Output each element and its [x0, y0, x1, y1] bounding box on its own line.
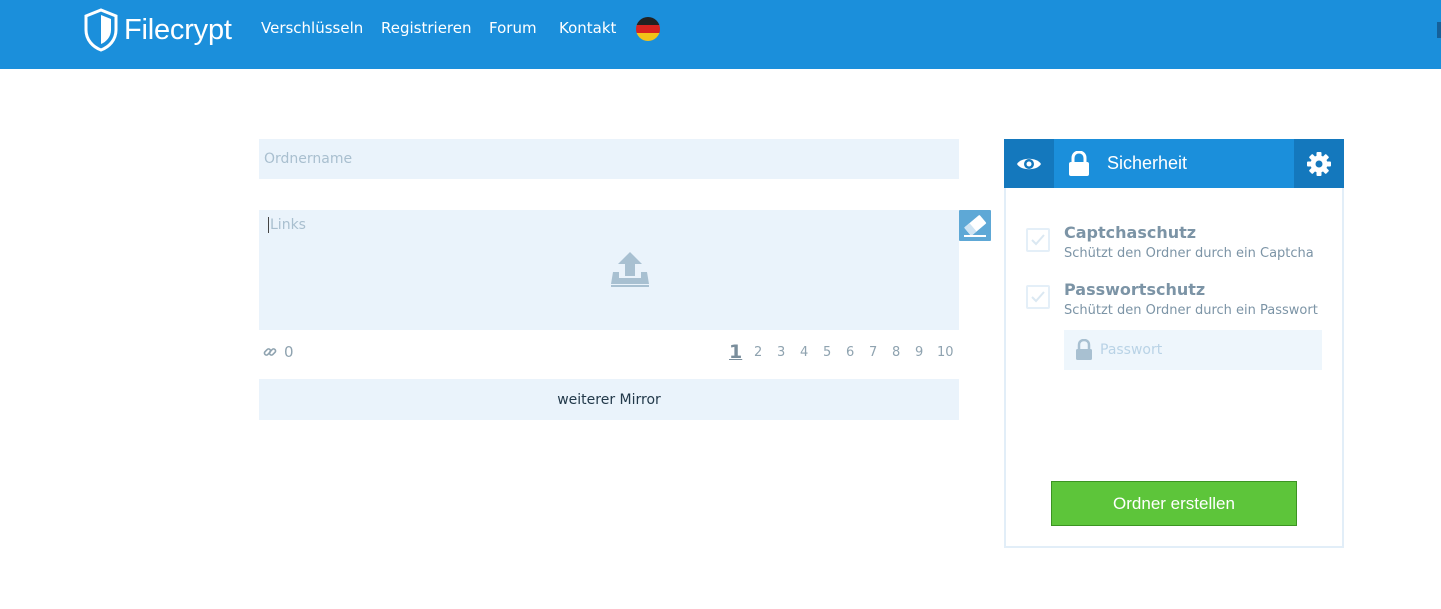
lock-icon — [1076, 339, 1092, 360]
link-counter: 0 — [263, 343, 294, 361]
captcha-checkbox[interactable] — [1026, 228, 1050, 252]
password-field — [1064, 330, 1322, 370]
german-flag-icon[interactable] — [636, 17, 660, 41]
page-3[interactable]: 3 — [777, 345, 785, 360]
page-8[interactable]: 8 — [892, 345, 900, 360]
links-placeholder: Links — [268, 217, 306, 233]
page-6[interactable]: 6 — [846, 345, 854, 360]
clear-links-button[interactable] — [959, 210, 991, 241]
folder-name-input[interactable] — [259, 139, 959, 179]
nav-forum[interactable]: Forum — [489, 19, 537, 37]
create-folder-button[interactable]: Ordner erstellen — [1051, 481, 1297, 526]
settings-tab[interactable] — [1294, 139, 1344, 188]
visibility-tab[interactable] — [1004, 139, 1054, 188]
top-navbar: Filecrypt Verschlüsseln Registrieren For… — [0, 0, 1441, 69]
captcha-option-desc: Schützt den Ordner durch ein Captcha — [1064, 246, 1314, 261]
security-panel-header: Sicherheit — [1004, 139, 1344, 188]
eye-icon — [1017, 158, 1041, 169]
brand-name: Filecrypt — [124, 13, 232, 46]
page-10[interactable]: 10 — [937, 345, 954, 360]
checkmark-icon — [1031, 234, 1045, 246]
checkmark-icon — [1031, 291, 1045, 303]
upload-icon — [611, 252, 649, 287]
nav-verschluesseln[interactable]: Verschlüsseln — [261, 19, 363, 37]
page-4[interactable]: 4 — [800, 345, 808, 360]
captcha-option-title: Captchaschutz — [1064, 223, 1197, 242]
links-textarea[interactable]: Links — [259, 210, 959, 330]
header-edge-marker — [1437, 22, 1441, 38]
password-input[interactable] — [1100, 330, 1318, 370]
nav-registrieren[interactable]: Registrieren — [381, 19, 472, 37]
link-count-value: 0 — [284, 343, 294, 361]
page-2[interactable]: 2 — [754, 345, 762, 360]
password-option-desc: Schützt den Ordner durch ein Passwort — [1064, 303, 1318, 318]
page-1[interactable]: 1 — [729, 341, 742, 363]
lock-icon — [1069, 151, 1089, 176]
eraser-icon — [964, 215, 987, 237]
add-mirror-button[interactable]: weiterer Mirror — [259, 379, 959, 420]
shield-icon — [84, 8, 118, 52]
gear-icon — [1307, 151, 1331, 176]
password-checkbox[interactable] — [1026, 285, 1050, 309]
nav-kontakt[interactable]: Kontakt — [559, 19, 616, 37]
page-7[interactable]: 7 — [869, 345, 877, 360]
page-9[interactable]: 9 — [915, 345, 923, 360]
security-title: Sicherheit — [1107, 153, 1188, 173]
page-5[interactable]: 5 — [823, 345, 831, 360]
link-icon — [263, 348, 277, 356]
brand-logo[interactable]: Filecrypt — [84, 7, 232, 53]
password-option-title: Passwortschutz — [1064, 280, 1206, 299]
